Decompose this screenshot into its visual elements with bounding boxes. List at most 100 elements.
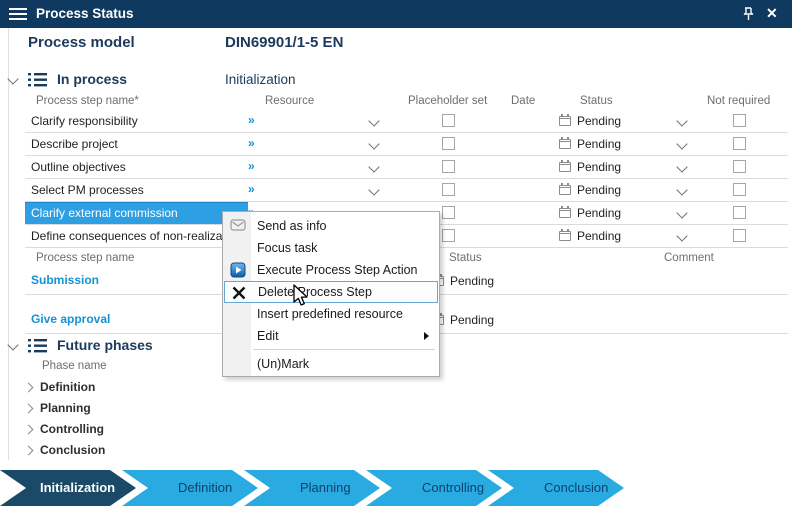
- menu-item-delete-process-step[interactable]: Delete Process Step: [224, 281, 438, 303]
- status-value: Pending: [577, 183, 621, 197]
- substep-link-submission[interactable]: Submission: [31, 273, 99, 287]
- status-dropdown-icon[interactable]: [676, 184, 687, 195]
- calendar-icon: [559, 139, 571, 149]
- phase-chevron-definition[interactable]: Definition: [122, 470, 258, 506]
- expand-chevron-icon[interactable]: [24, 425, 34, 435]
- expand-chevron-icon[interactable]: [24, 446, 34, 456]
- phase-chevron-planning[interactable]: Planning: [244, 470, 380, 506]
- placeholder-checkbox[interactable]: [442, 206, 455, 219]
- status-dropdown-icon[interactable]: [676, 138, 687, 149]
- substep-link-give-approval[interactable]: Give approval: [31, 312, 110, 326]
- resource-dropdown-icon[interactable]: [368, 161, 379, 172]
- col-status: Status: [580, 95, 613, 107]
- sub-col-comment: Comment: [664, 252, 714, 264]
- menu-item-label: Focus task: [257, 241, 317, 255]
- resource-link[interactable]: »: [248, 113, 255, 127]
- not-required-checkbox[interactable]: [733, 183, 746, 196]
- placeholder-checkbox[interactable]: [442, 160, 455, 173]
- col-process-step-name: Process step name*: [36, 95, 139, 107]
- status-value: Pending: [577, 137, 621, 151]
- table-row[interactable]: Clarify responsibility » Pending: [0, 110, 792, 133]
- list-icon: [28, 73, 47, 87]
- substep-status: Pending: [450, 313, 494, 327]
- placeholder-checkbox[interactable]: [442, 229, 455, 242]
- menu-item-unmark[interactable]: (Un)Mark: [224, 353, 438, 375]
- delete-x-icon: [231, 285, 247, 301]
- menu-item-insert-predefined-resource[interactable]: Insert predefined resource: [224, 303, 438, 325]
- resource-link[interactable]: »: [248, 159, 255, 173]
- status-dropdown-icon[interactable]: [676, 230, 687, 241]
- close-icon[interactable]: ✕: [766, 5, 778, 22]
- tree-item-controlling[interactable]: Controlling: [0, 421, 300, 439]
- status-dropdown-icon[interactable]: [676, 161, 687, 172]
- not-required-checkbox[interactable]: [733, 229, 746, 242]
- pin-icon[interactable]: [741, 6, 756, 22]
- process-model-label: Process model: [28, 34, 135, 51]
- menu-item-label: Delete Process Step: [258, 285, 372, 299]
- step-name: Clarify responsibility: [31, 114, 138, 128]
- menu-item-execute-action[interactable]: Execute Process Step Action: [224, 259, 438, 281]
- table-row[interactable]: Outline objectives » Pending: [0, 156, 792, 179]
- step-name: Describe project: [31, 137, 118, 151]
- resource-dropdown-icon[interactable]: [368, 115, 379, 126]
- menu-item-send-as-info[interactable]: Send as info: [224, 215, 438, 237]
- table-header-row: Process step name* Resource Placeholder …: [0, 95, 792, 111]
- placeholder-checkbox[interactable]: [442, 183, 455, 196]
- resource-dropdown-icon[interactable]: [368, 138, 379, 149]
- menu-item-label: Send as info: [257, 219, 327, 233]
- not-required-checkbox[interactable]: [733, 160, 746, 173]
- col-placeholder-set: Placeholder set: [408, 95, 487, 107]
- collapse-chevron-icon[interactable]: [7, 339, 18, 350]
- step-name: Clarify external commission: [31, 206, 178, 220]
- resource-dropdown-icon[interactable]: [368, 184, 379, 195]
- resource-link[interactable]: »: [248, 182, 255, 196]
- menu-separator: [253, 349, 435, 350]
- phase-name: Planning: [40, 401, 91, 415]
- expand-chevron-icon[interactable]: [24, 404, 34, 414]
- tree-item-planning[interactable]: Planning: [0, 400, 300, 418]
- process-model-value: DIN69901/1-5 EN: [225, 34, 343, 51]
- phase-name: Controlling: [40, 422, 104, 436]
- panel-title: Process Status: [36, 6, 134, 21]
- step-name: Define consequences of non-realization: [31, 229, 242, 243]
- status-value: Pending: [577, 160, 621, 174]
- phase-name: Definition: [40, 380, 95, 394]
- status-dropdown-icon[interactable]: [676, 115, 687, 126]
- sub-col-status: Status: [449, 252, 482, 264]
- placeholder-checkbox[interactable]: [442, 114, 455, 127]
- phase-chevron-controlling[interactable]: Controlling: [366, 470, 502, 506]
- section-title-in-process[interactable]: In process: [57, 71, 127, 87]
- placeholder-checkbox[interactable]: [442, 137, 455, 150]
- status-value: Pending: [577, 229, 621, 243]
- envelope-icon: [230, 218, 246, 234]
- phase-chevron-conclusion[interactable]: Conclusion: [488, 470, 624, 506]
- menu-item-label: (Un)Mark: [257, 357, 309, 371]
- tree-item-definition[interactable]: Definition: [0, 379, 300, 397]
- collapse-chevron-icon[interactable]: [7, 73, 18, 84]
- col-phase-name: Phase name: [42, 360, 107, 372]
- col-date: Date: [511, 95, 535, 107]
- not-required-checkbox[interactable]: [733, 206, 746, 219]
- section-title-future-phases[interactable]: Future phases: [57, 337, 153, 353]
- not-required-checkbox[interactable]: [733, 114, 746, 127]
- col-not-required: Not required: [707, 95, 770, 107]
- resource-link[interactable]: »: [248, 136, 255, 150]
- list-icon: [28, 339, 47, 353]
- calendar-icon: [559, 185, 571, 195]
- sub-col-process-step-name: Process step name: [36, 252, 134, 264]
- tree-item-conclusion[interactable]: Conclusion: [0, 442, 300, 460]
- menu-item-edit[interactable]: Edit: [224, 325, 438, 347]
- table-row[interactable]: Describe project » Pending: [0, 133, 792, 156]
- phase-name: Conclusion: [40, 443, 105, 457]
- table-row[interactable]: Select PM processes » Pending: [0, 179, 792, 202]
- submenu-arrow-icon: [424, 332, 429, 340]
- menu-item-label: Insert predefined resource: [257, 307, 403, 321]
- substep-status: Pending: [450, 274, 494, 288]
- phase-chevron-initialization[interactable]: Initialization: [0, 470, 136, 506]
- not-required-checkbox[interactable]: [733, 137, 746, 150]
- hamburger-icon[interactable]: [9, 8, 27, 20]
- menu-item-focus-task[interactable]: Focus task: [224, 237, 438, 259]
- status-dropdown-icon[interactable]: [676, 207, 687, 218]
- menu-item-label: Edit: [257, 329, 279, 343]
- expand-chevron-icon[interactable]: [24, 383, 34, 393]
